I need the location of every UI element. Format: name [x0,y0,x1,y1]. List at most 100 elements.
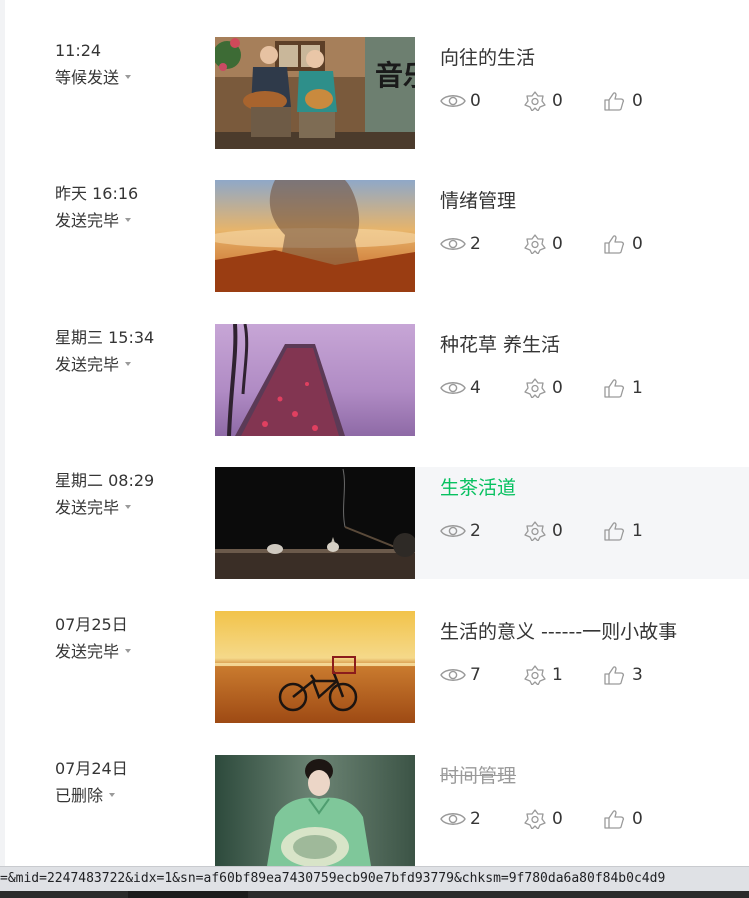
article-title[interactable]: 生活的意义 ------一则小故事 [440,618,677,646]
shares-count: 1 [552,665,563,685]
likes-count: 1 [632,378,643,398]
article-thumbnail[interactable]: 音乐 [215,37,415,149]
likes-count: 0 [632,234,643,254]
eye-icon [440,813,466,825]
shares-count: 0 [552,234,563,254]
send-status-label: 发送完毕 [55,642,120,661]
thumbs-up-icon [604,235,625,254]
thumbs-up-icon [604,379,625,398]
shares-stat: 0 [522,519,563,543]
publish-time: 星期三 15:34 [55,328,155,347]
article-title[interactable]: 种花草 养生活 [440,331,560,359]
caret-down-icon [125,648,132,653]
article-title-link[interactable]: 生茶活道 [440,474,516,502]
views-stat: 2 [440,519,481,543]
shares-count: 0 [552,378,563,398]
views-count: 4 [470,378,481,398]
eye-icon [440,238,466,250]
send-status-label: 发送完毕 [55,355,120,374]
publish-time: 星期二 08:29 [55,471,155,490]
eye-icon [440,669,466,681]
article-item: 星期二 08:29 发送完毕 生茶活道 2 0 1 [5,467,749,579]
views-stat: 4 [440,376,481,400]
thumbs-up-icon [604,810,625,829]
share-icon [524,378,546,398]
eye-icon [440,382,466,394]
caret-down-icon [125,504,132,509]
article-item: 07月25日 发送完毕 生活的意义 ------一则小故事 7 1 3 [5,611,749,723]
article-item: 昨天 16:16 发送完毕 情绪管理 2 0 0 [5,180,749,292]
publish-time: 07月25日 [55,615,128,634]
views-stat: 2 [440,807,481,831]
svg-text:音乐: 音乐 [375,59,415,92]
article-thumbnail[interactable] [215,611,415,723]
send-status-label: 发送完毕 [55,498,120,517]
likes-count: 1 [632,521,643,541]
shares-stat: 1 [522,663,563,687]
eye-icon [440,95,466,107]
send-status-label: 已删除 [55,786,104,805]
shares-stat: 0 [522,232,563,256]
send-status-label: 发送完毕 [55,211,120,230]
taskbar-item[interactable] [128,891,248,898]
views-count: 2 [470,809,481,829]
send-status-dropdown[interactable]: 发送完毕 [55,209,132,233]
shares-count: 0 [552,91,563,111]
taskbar [0,891,749,898]
article-title-deleted[interactable]: 时间管理 [440,762,516,790]
views-stat: 0 [440,89,481,113]
views-count: 0 [470,91,481,111]
article-thumbnail[interactable] [215,467,415,579]
article-title[interactable]: 情绪管理 [440,187,516,215]
shares-stat: 0 [522,89,563,113]
article-item: 07月24日 已删除 时间管理 2 0 0 [5,755,749,866]
publish-time: 11:24 [55,41,102,60]
views-stat: 7 [440,663,481,687]
caret-down-icon [109,792,116,797]
shares-count: 0 [552,521,563,541]
likes-count: 3 [632,665,643,685]
send-status-dropdown[interactable]: 等候发送 [55,66,132,90]
views-count: 2 [470,521,481,541]
publish-time: 07月24日 [55,759,128,778]
share-icon [524,809,546,829]
status-bar-url: =&mid=2247483722&idx=1&sn=af60bf89ea7430… [0,866,749,891]
share-icon [524,91,546,111]
eye-icon [440,525,466,537]
publish-time: 昨天 16:16 [55,184,139,203]
likes-stat: 0 [602,807,643,831]
send-status-dropdown[interactable]: 发送完毕 [55,496,132,520]
views-count: 2 [470,234,481,254]
likes-count: 0 [632,809,643,829]
article-item: 星期三 15:34 发送完毕 种花草 养生活 4 0 1 [5,324,749,436]
shares-count: 0 [552,809,563,829]
send-status-label: 等候发送 [55,68,120,87]
caret-down-icon [125,217,132,222]
send-status-dropdown[interactable]: 已删除 [55,784,116,808]
send-status-dropdown[interactable]: 发送完毕 [55,640,132,664]
shares-stat: 0 [522,807,563,831]
likes-stat: 0 [602,232,643,256]
likes-count: 0 [632,91,643,111]
views-stat: 2 [440,232,481,256]
article-thumbnail[interactable] [215,180,415,292]
article-item: 11:24 等候发送 音乐 [5,37,749,149]
caret-down-icon [125,74,132,79]
article-thumbnail[interactable] [215,755,415,866]
thumbs-up-icon [604,92,625,111]
likes-stat: 0 [602,89,643,113]
views-count: 7 [470,665,481,685]
likes-stat: 3 [602,663,643,687]
article-title[interactable]: 向往的生活 [440,44,535,72]
share-icon [524,665,546,685]
send-status-dropdown[interactable]: 发送完毕 [55,353,132,377]
likes-stat: 1 [602,376,643,400]
thumbs-up-icon [604,522,625,541]
likes-stat: 1 [602,519,643,543]
article-thumbnail[interactable] [215,324,415,436]
share-icon [524,521,546,541]
thumbs-up-icon [604,666,625,685]
share-icon [524,234,546,254]
shares-stat: 0 [522,376,563,400]
caret-down-icon [125,361,132,366]
